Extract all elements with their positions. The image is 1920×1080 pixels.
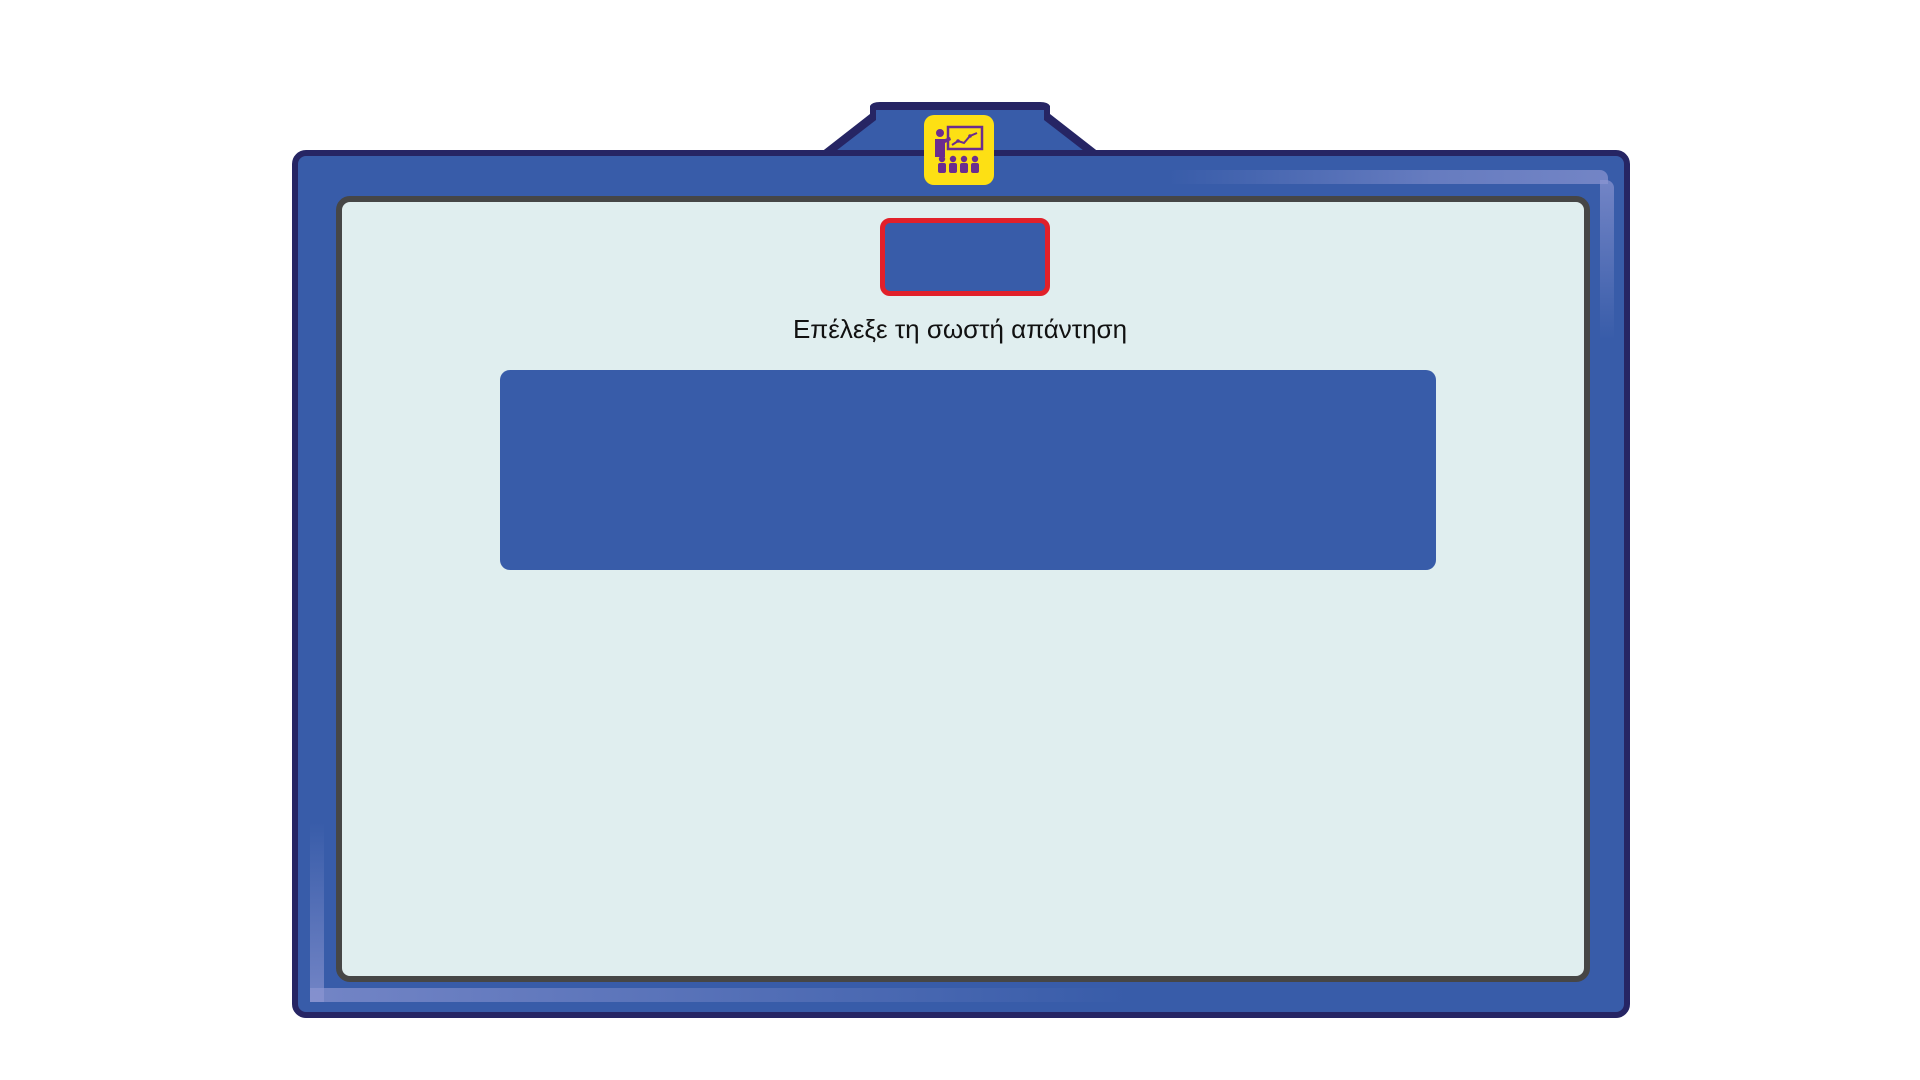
frame-gloss-right [1600,180,1614,340]
frame-gloss-left [310,822,324,1002]
frame-gloss-bottom [310,988,1130,1002]
frame-gloss-top [1168,170,1608,184]
presentation-classroom-icon [924,115,994,185]
question-box [500,370,1436,570]
question-counter-box [880,218,1050,296]
instruction-text: Επέλεξε τη σωστή απάντηση [792,314,1128,344]
game-stage: Επέλεξε τη σωστή απάντηση [0,0,1920,1080]
